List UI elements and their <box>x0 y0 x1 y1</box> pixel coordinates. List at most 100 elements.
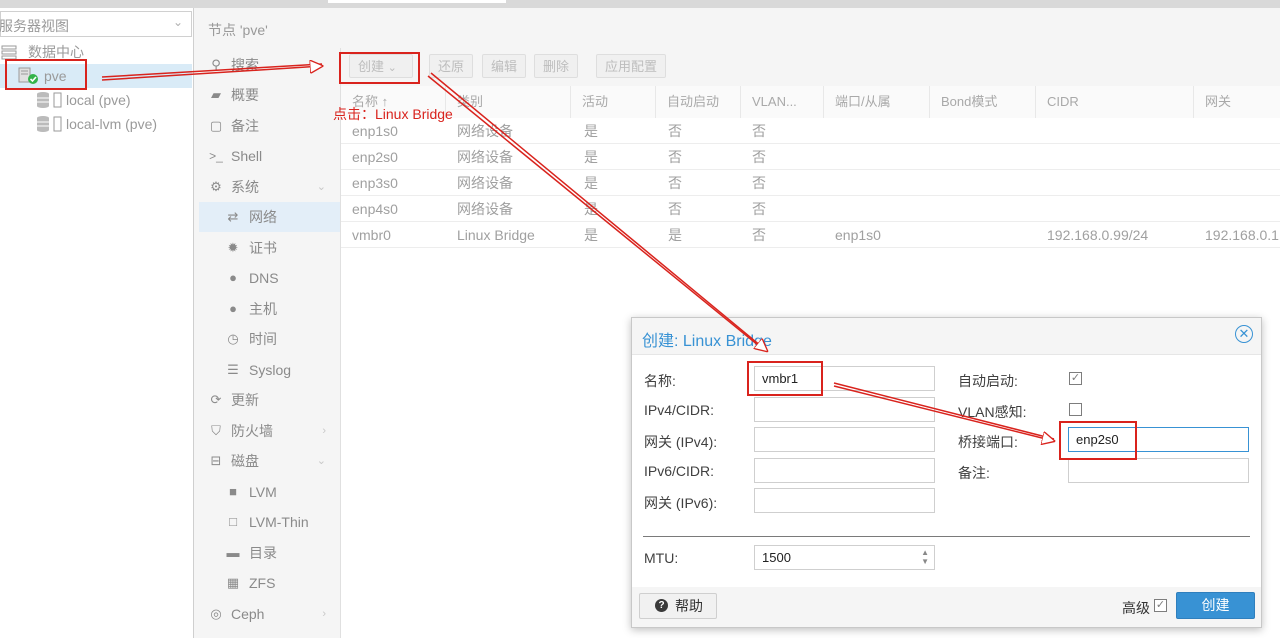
nav-item-zfs[interactable]: ▦ ZFS <box>199 568 340 598</box>
cell-autostart: 否 <box>668 123 682 139</box>
search-icon: ⚲ <box>211 57 221 72</box>
nav-item-label: LVM <box>249 484 277 500</box>
button-label: 编辑 <box>491 59 518 74</box>
book-icon: ▰ <box>211 87 221 102</box>
cell-name: enp4s0 <box>352 201 398 217</box>
tree-item-storage-local-lvm[interactable]: local-lvm (pve) <box>0 112 192 136</box>
table-row[interactable]: enp4s0 网络设备 是 否 否 <box>341 196 1280 222</box>
column-header-bond-mode[interactable]: Bond模式 <box>930 86 1036 118</box>
square-icon: ■ <box>229 484 237 499</box>
annotation-box-pve <box>5 59 87 90</box>
nav-item-disks[interactable]: ⊟ 磁盘 ⌄ <box>199 446 340 476</box>
nav-item-label: Syslog <box>249 362 292 378</box>
nav-item-summary[interactable]: ▰ 概要 <box>199 80 340 110</box>
cell-name: vmbr0 <box>352 227 391 243</box>
nav-item-system[interactable]: ⚙ 系统 ⌄ <box>199 172 340 202</box>
nav-item-firewall[interactable]: ⛉ 防火墙 › <box>199 416 340 446</box>
column-header-autostart[interactable]: 自动启动 <box>656 86 741 118</box>
help-button[interactable]: ? 帮助 <box>639 593 717 619</box>
chevron-right-icon: › <box>322 608 326 620</box>
nav-item-lvm[interactable]: ■ LVM <box>199 477 340 507</box>
table-row[interactable]: enp3s0 网络设备 是 否 否 <box>341 170 1280 196</box>
gateway-ipv6-input[interactable] <box>754 488 935 513</box>
nav-item-directory[interactable]: ▬ 目录 <box>199 538 340 568</box>
nav-item-label: 时间 <box>249 331 277 347</box>
dialog-header: 创建: Linux Bridge ✕ <box>632 318 1261 355</box>
comment-label: 备注: <box>958 465 990 481</box>
nav-item-notes[interactable]: ▢ 备注 <box>199 111 340 141</box>
column-header-active[interactable]: 活动 <box>571 86 656 118</box>
nav-item-shell[interactable]: >_ Shell <box>199 141 340 171</box>
top-strip <box>0 0 1280 8</box>
cell-active: 是 <box>584 227 598 243</box>
cell-name: enp2s0 <box>352 149 398 165</box>
ipv4-label: IPv4/CIDR: <box>644 402 715 418</box>
cell-vlan: 否 <box>752 201 766 217</box>
nav-item-network[interactable]: ⇄ 网络 <box>199 202 340 232</box>
nav-item-ceph[interactable]: ◎ Ceph › <box>199 599 340 629</box>
cell-type: 网络设备 <box>457 201 513 217</box>
tree-item-label: local-lvm (pve) <box>66 116 158 132</box>
gateway-ipv4-input[interactable] <box>754 427 935 452</box>
cell-active: 是 <box>584 149 598 165</box>
spinner-arrows-icon[interactable]: ▲ ▼ <box>921 548 929 566</box>
ipv4-input[interactable] <box>754 397 935 422</box>
nav-item-certificates[interactable]: ✹ 证书 <box>199 233 340 263</box>
button-label: 还原 <box>438 59 465 74</box>
tree-item-storage-local[interactable]: local (pve) <box>0 88 192 112</box>
cell-vlan: 否 <box>752 175 766 191</box>
revert-button[interactable]: 还原 <box>429 54 474 78</box>
cell-active: 是 <box>584 175 598 191</box>
note-icon: ▢ <box>209 118 223 133</box>
nav-item-label: 系统 <box>231 179 259 195</box>
nav-item-lvm-thin[interactable]: □ LVM-Thin <box>199 507 340 537</box>
dialog-title: 创建: Linux Bridge <box>642 333 772 350</box>
advanced-checkbox[interactable]: ✓ <box>1154 599 1167 612</box>
nav-item-updates[interactable]: ⟳ 更新 <box>199 385 340 415</box>
grid-toolbar: 创建 ⌄ 还原 编辑 删除 应用配置 <box>341 48 1280 86</box>
ipv6-input[interactable] <box>754 458 935 483</box>
edit-button[interactable]: 编辑 <box>482 54 527 78</box>
table-row[interactable]: enp1s0 网络设备 是 否 否 <box>341 118 1280 144</box>
globe-icon: ● <box>229 301 237 316</box>
column-header-vlan[interactable]: VLAN... <box>741 86 824 118</box>
autostart-checkbox[interactable]: ✓ <box>1069 372 1082 385</box>
table-row[interactable]: vmbr0 Linux Bridge 是 是 否 enp1s0 192.168.… <box>341 222 1280 248</box>
table-row[interactable]: enp2s0 网络设备 是 否 否 <box>341 144 1280 170</box>
nav-item-label: 网络 <box>249 209 277 225</box>
nav-item-syslog[interactable]: ☰ Syslog <box>199 355 340 385</box>
nav-item-label: 备注 <box>231 118 259 134</box>
mtu-spinner-input[interactable]: 1500 ▲ ▼ <box>754 545 935 570</box>
question-icon: ? <box>655 599 668 612</box>
ceph-icon: ◎ <box>210 606 222 621</box>
create-button[interactable]: 创建 <box>1176 592 1255 619</box>
cell-type: Linux Bridge <box>457 227 535 243</box>
cell-type: 网络设备 <box>457 149 513 165</box>
column-header-cidr[interactable]: CIDR <box>1036 86 1194 118</box>
mtu-value: 1500 <box>762 550 791 565</box>
cell-gateway: 192.168.0.1 <box>1205 227 1279 243</box>
column-header-type[interactable]: 类别 <box>446 86 571 118</box>
column-header-gateway[interactable]: 网关 <box>1194 86 1280 118</box>
cell-active: 是 <box>584 201 598 217</box>
nav-item-dns[interactable]: ● DNS <box>199 263 340 293</box>
button-label: 删除 <box>543 59 570 74</box>
nav-item-search[interactable]: ⚲ 搜索 <box>199 50 340 80</box>
annotation-box-name <box>747 361 823 396</box>
close-icon[interactable]: ✕ <box>1235 325 1253 343</box>
shield-icon: ⛉ <box>211 423 221 438</box>
hdd-icon: ⊟ <box>210 453 222 468</box>
column-header-ports[interactable]: 端口/从属 <box>824 86 930 118</box>
nav-item-hosts[interactable]: ● 主机 <box>199 294 340 324</box>
delete-button[interactable]: 删除 <box>534 54 579 78</box>
cell-type: 网络设备 <box>457 175 513 191</box>
vlan-aware-checkbox[interactable] <box>1069 403 1082 416</box>
dialog-footer: ? 帮助 高级 ✓ 创建 <box>632 587 1261 627</box>
cell-autostart: 否 <box>668 175 682 191</box>
nav-item-time[interactable]: ◷ 时间 <box>199 324 340 354</box>
mtu-label: MTU: <box>644 550 679 566</box>
nav-item-label: 概要 <box>231 87 259 103</box>
comment-input[interactable] <box>1068 458 1249 483</box>
view-selector[interactable]: 服务器视图 ⌄ <box>0 11 192 37</box>
apply-config-button[interactable]: 应用配置 <box>596 54 667 78</box>
